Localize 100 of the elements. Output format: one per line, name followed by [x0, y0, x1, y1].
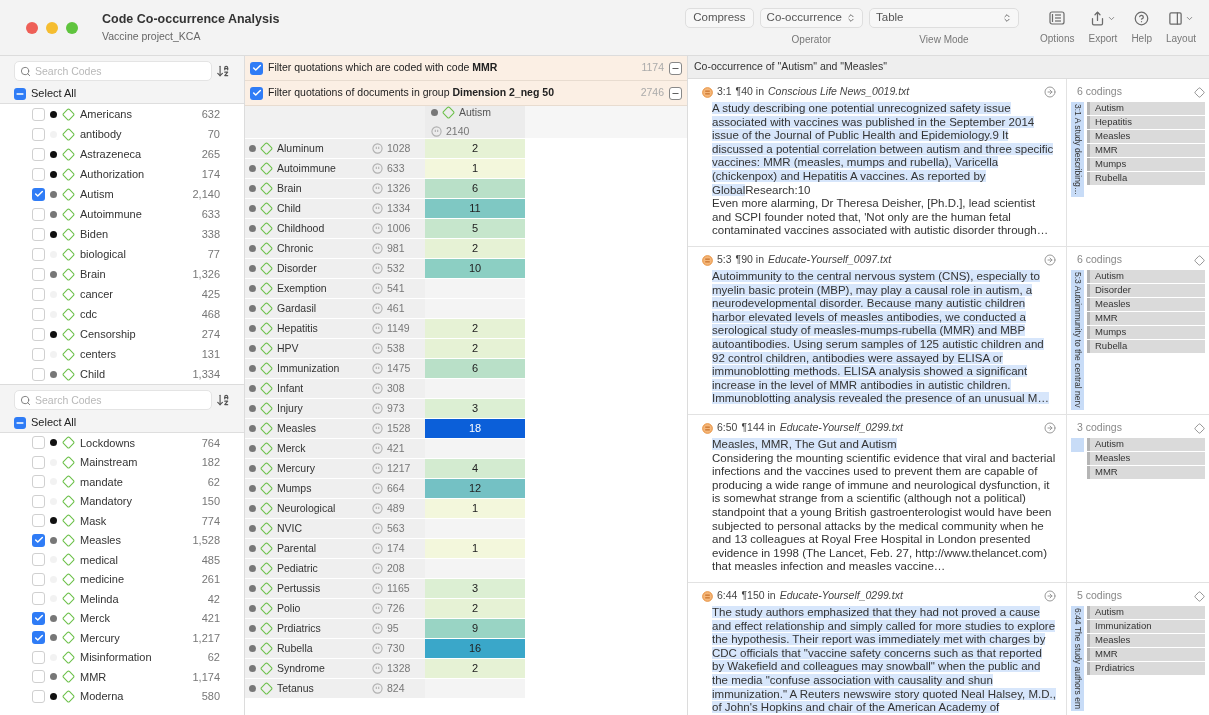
table-cell[interactable]: [425, 519, 525, 538]
remove-button[interactable]: [669, 61, 682, 75]
checkbox[interactable]: [32, 187, 45, 201]
checkbox[interactable]: [32, 287, 45, 301]
minimize-button[interactable]: [46, 21, 58, 34]
table-cell[interactable]: 1: [425, 499, 525, 518]
checkbox[interactable]: [32, 475, 45, 489]
table-cell[interactable]: 3: [425, 399, 525, 418]
table-cell[interactable]: 1: [425, 539, 525, 558]
checkbox[interactable]: [32, 327, 45, 341]
checkbox[interactable]: [32, 572, 45, 586]
checkbox[interactable]: [32, 147, 45, 161]
sort-icon[interactable]: [216, 64, 230, 78]
code-tag[interactable]: MMR: [1087, 312, 1205, 325]
code-tag[interactable]: Disorder: [1087, 284, 1205, 297]
dropdown[interactable]: Co-occurrence: [759, 8, 863, 28]
checkbox[interactable]: [250, 61, 263, 75]
code-tag[interactable]: Rubella: [1087, 340, 1205, 353]
code-tag[interactable]: MMR: [1087, 144, 1205, 157]
remove-button[interactable]: [669, 86, 682, 100]
checkbox[interactable]: [250, 86, 263, 100]
toolbar-button[interactable]: Export: [1085, 8, 1121, 46]
checkbox[interactable]: [32, 455, 45, 469]
checkbox[interactable]: [32, 207, 45, 221]
code-tag[interactable]: Autism: [1087, 606, 1205, 619]
code-tag[interactable]: Rubella: [1087, 172, 1205, 185]
checkbox[interactable]: [14, 87, 26, 100]
sort-icon[interactable]: [216, 393, 230, 407]
close-button[interactable]: [26, 21, 38, 34]
checkbox[interactable]: [32, 553, 45, 567]
document-name[interactable]: Conscious Life News_0019.txt: [768, 84, 1040, 100]
go-to-icon[interactable]: [1044, 422, 1056, 434]
table-cell[interactable]: 2: [425, 339, 525, 358]
table-cell[interactable]: [425, 299, 525, 318]
checkbox[interactable]: [32, 533, 45, 547]
checkbox[interactable]: [14, 416, 26, 429]
table-cell[interactable]: 6: [425, 359, 525, 378]
table-cell[interactable]: [425, 559, 525, 578]
checkbox[interactable]: [32, 514, 45, 528]
table-cell[interactable]: 1: [425, 159, 525, 178]
table-cell[interactable]: 2: [425, 659, 525, 678]
checkbox[interactable]: [32, 367, 45, 381]
diamond-icon[interactable]: [1194, 86, 1205, 98]
table-cell[interactable]: 12: [425, 479, 525, 498]
checkbox[interactable]: [32, 347, 45, 361]
table-cell[interactable]: 2: [425, 319, 525, 338]
checkbox[interactable]: [32, 167, 45, 181]
checkbox[interactable]: [32, 127, 45, 141]
code-tag[interactable]: Immunization: [1087, 620, 1205, 633]
code-tag[interactable]: Measles: [1087, 452, 1205, 465]
checkbox[interactable]: [32, 247, 45, 261]
table-cell[interactable]: [425, 279, 525, 298]
code-tag[interactable]: Autism: [1087, 270, 1205, 283]
table-cell[interactable]: 2: [425, 599, 525, 618]
table-cell[interactable]: 4: [425, 459, 525, 478]
compress-button[interactable]: Compress: [685, 8, 754, 28]
dropdown[interactable]: Table: [869, 8, 1019, 28]
checkbox[interactable]: [32, 670, 45, 684]
document-name[interactable]: Educate-Yourself_0299.txt: [779, 588, 1040, 604]
table-cell[interactable]: [425, 439, 525, 458]
toolbar-button[interactable]: Layout: [1162, 8, 1199, 46]
code-tag[interactable]: Hepatitis: [1087, 116, 1205, 129]
code-tag[interactable]: Measles: [1087, 298, 1205, 311]
diamond-icon[interactable]: [1194, 590, 1205, 602]
search-field[interactable]: Search Codes: [14, 61, 212, 81]
checkbox[interactable]: [32, 227, 45, 241]
search-field[interactable]: Search Codes: [14, 390, 212, 410]
go-to-icon[interactable]: [1044, 254, 1056, 266]
table-cell[interactable]: 9: [425, 619, 525, 638]
table-cell[interactable]: 16: [425, 639, 525, 658]
code-tag[interactable]: Autism: [1087, 438, 1205, 451]
checkbox[interactable]: [32, 107, 45, 121]
table-cell[interactable]: [425, 379, 525, 398]
table-cell[interactable]: 5: [425, 219, 525, 238]
checkbox[interactable]: [32, 307, 45, 321]
table-cell[interactable]: 2: [425, 139, 525, 158]
diamond-icon[interactable]: [1194, 422, 1205, 434]
code-tag[interactable]: Mumps: [1087, 158, 1205, 171]
code-tag[interactable]: Mumps: [1087, 326, 1205, 339]
go-to-icon[interactable]: [1044, 590, 1056, 602]
document-name[interactable]: Educate-Yourself_0097.txt: [768, 252, 1040, 268]
table-cell[interactable]: [425, 679, 525, 698]
go-to-icon[interactable]: [1044, 86, 1056, 98]
checkbox[interactable]: [32, 436, 45, 450]
code-tag[interactable]: MMR: [1087, 466, 1205, 479]
checkbox[interactable]: [32, 494, 45, 508]
code-tag[interactable]: Measles: [1087, 130, 1205, 143]
checkbox[interactable]: [32, 592, 45, 606]
toolbar-button[interactable]: Help: [1128, 8, 1155, 46]
code-tag[interactable]: Prdiatrics: [1087, 662, 1205, 675]
checkbox[interactable]: [32, 267, 45, 281]
table-cell[interactable]: 18: [425, 419, 525, 438]
code-tag[interactable]: Measles: [1087, 634, 1205, 647]
zoom-button[interactable]: [66, 21, 78, 34]
code-tag[interactable]: MMR: [1087, 648, 1205, 661]
table-cell[interactable]: 3: [425, 579, 525, 598]
code-tag[interactable]: Autism: [1087, 102, 1205, 115]
checkbox[interactable]: [32, 689, 45, 703]
document-name[interactable]: Educate-Yourself_0299.txt: [779, 420, 1040, 436]
column-header[interactable]: Autism 2140: [425, 106, 525, 138]
